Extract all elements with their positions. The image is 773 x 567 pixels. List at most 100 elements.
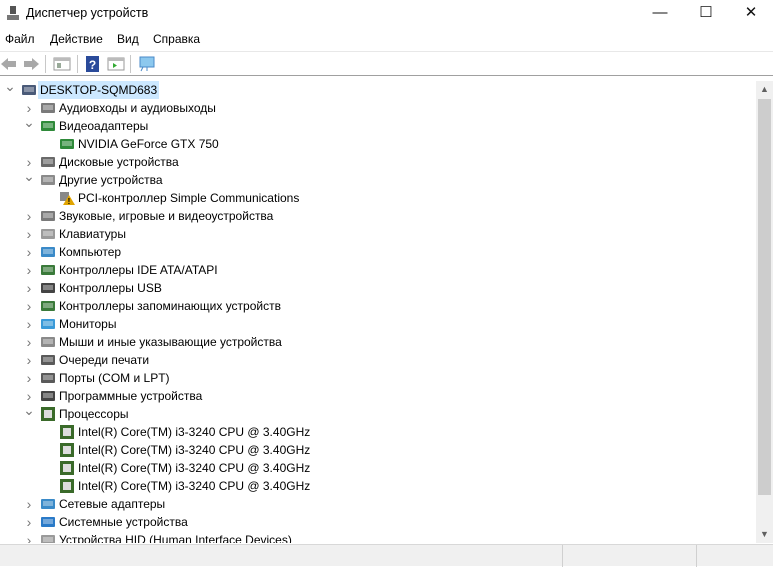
title-bar: Диспетчер устройств — ☐ ✕ [0,0,773,28]
tree-item[interactable]: ! PCI-контроллер Simple Communications [0,189,756,207]
tree-item[interactable]: Intel(R) Core(TM) i3-3240 CPU @ 3.40GHz [0,423,756,441]
tree-item[interactable]: › Мониторы [0,315,756,333]
chevron-down-icon[interactable]: ⌄ [23,113,35,131]
cpu-icon [59,461,75,475]
chevron-right-icon[interactable]: › [23,495,35,513]
tree-item-label: Другие устройства [59,173,163,187]
tree-item[interactable]: › Контроллеры IDE ATA/ATAPI [0,261,756,279]
tree-item[interactable]: › Мыши и иные указывающие устройства [0,333,756,351]
chevron-right-icon[interactable]: › [23,333,35,351]
scrollbar-thumb[interactable] [758,99,771,495]
chevron-right-icon[interactable]: › [23,207,35,225]
display-adapter-icon [40,119,56,133]
chevron-right-icon[interactable]: › [23,243,35,261]
tree-item-label: Мыши и иные указывающие устройства [59,335,282,349]
minimize-button[interactable]: — [637,0,683,26]
tree-item[interactable]: Intel(R) Core(TM) i3-3240 CPU @ 3.40GHz [0,477,756,495]
chevron-down-icon[interactable]: ⌄ [4,81,16,95]
tree-item-label: Видеоадаптеры [59,119,149,133]
network-icon [40,497,56,511]
tree-item[interactable]: ⌄ DESKTOP-SQMD683 [0,81,756,99]
status-panel [696,545,773,567]
chevron-right-icon[interactable]: › [23,261,35,279]
cpu-icon [59,443,75,457]
tree-item[interactable]: › Системные устройства [0,513,756,531]
chevron-right-icon[interactable]: › [23,351,35,369]
tree-item-label: Системные устройства [59,515,188,529]
chevron-right-icon[interactable]: › [23,531,35,543]
toolbar-separator [130,55,131,73]
tree-item-label: PCI-контроллер Simple Communications [78,191,300,205]
system-folder-icon [40,515,56,529]
menu-action[interactable]: Действие [50,32,103,46]
vertical-scrollbar[interactable]: ▲ ▼ [756,81,773,543]
tree-item[interactable]: › Звуковые, игровые и видеоустройства [0,207,756,225]
tree-item[interactable]: › Порты (COM и LPT) [0,369,756,387]
speaker-icon [40,101,56,115]
tree-item[interactable]: › Аудиовходы и аудиовыходы [0,99,756,117]
device-tree[interactable]: ⌄ DESKTOP-SQMD683 › Аудиовходы и аудиовыход… [0,81,756,543]
chevron-right-icon[interactable]: › [23,225,35,243]
cpu-icon [40,407,56,421]
tree-item[interactable]: › Программные устройства [0,387,756,405]
tree-item-label: Intel(R) Core(TM) i3-3240 CPU @ 3.40GHz [78,479,311,493]
tree-item[interactable]: Intel(R) Core(TM) i3-3240 CPU @ 3.40GHz [0,441,756,459]
help-icon[interactable]: ? [84,56,102,72]
chevron-right-icon[interactable]: › [23,297,35,315]
monitor-icon [40,317,56,331]
back-icon[interactable] [0,56,18,72]
tree-item-label: Intel(R) Core(TM) i3-3240 CPU @ 3.40GHz [78,461,311,475]
tree-item[interactable]: ⌄ Процессоры [0,402,756,423]
tree-item[interactable]: NVIDIA GeForce GTX 750 [0,135,756,153]
tree-item-label: Программные устройства [59,389,203,403]
scroll-up-icon[interactable]: ▲ [756,81,773,98]
tree-item-label: Intel(R) Core(TM) i3-3240 CPU @ 3.40GHz [78,443,311,457]
tree-item[interactable]: › Контроллеры USB [0,279,756,297]
display-adapter-icon [59,137,75,151]
maximize-button[interactable]: ☐ [683,0,729,26]
tree-item[interactable]: › Сетевые адаптеры [0,495,756,513]
tree-item-label: Порты (COM и LPT) [59,371,170,385]
tree-item[interactable]: › Компьютер [0,243,756,261]
tree-item-label: Дисковые устройства [59,155,179,169]
chevron-down-icon[interactable]: ⌄ [23,401,35,419]
tree-item[interactable]: ⌄ Видеоадаптеры [0,114,756,135]
tree-item[interactable]: › Контроллеры запоминающих устройств [0,297,756,315]
update-driver-icon[interactable] [107,56,125,72]
tree-item[interactable]: › Устройства HID (Human Interface Devices… [0,531,756,543]
close-button[interactable]: ✕ [728,0,773,26]
chevron-right-icon[interactable]: › [23,279,35,297]
tree-item[interactable]: ⌄ Другие устройства [0,168,756,189]
chevron-right-icon[interactable]: › [23,513,35,531]
tree-item-label: Сетевые адаптеры [59,497,166,511]
menu-help[interactable]: Справка [153,32,200,46]
tree-item-label: Компьютер [59,245,122,259]
chevron-right-icon[interactable]: › [23,315,35,333]
chevron-right-icon[interactable]: › [23,369,35,387]
keyboard-icon [40,227,56,241]
disk-icon [40,155,56,169]
tree-item-label: DESKTOP-SQMD683 [38,81,160,99]
tree-item[interactable]: Intel(R) Core(TM) i3-3240 CPU @ 3.40GHz [0,459,756,477]
monitor-icon [40,245,56,259]
cpu-icon [59,479,75,493]
port-icon [40,371,56,385]
tree-item[interactable]: › Клавиатуры [0,225,756,243]
menu-bar: Файл Действие Вид Справка [0,29,773,49]
scan-hardware-icon[interactable] [138,56,156,72]
tree-item[interactable]: › Дисковые устройства [0,153,756,171]
menu-view[interactable]: Вид [117,32,139,46]
scroll-down-icon[interactable]: ▼ [756,526,773,543]
printer-icon [40,353,56,367]
svg-text:!: ! [68,197,71,205]
toolbar-separator [45,55,46,73]
tree-item[interactable]: › Очереди печати [0,351,756,369]
tree-item-label: Аудиовходы и аудиовыходы [59,101,216,115]
status-bar [0,544,773,567]
menu-file[interactable]: Файл [5,32,35,46]
forward-icon[interactable] [22,56,40,72]
properties-icon[interactable] [53,56,71,72]
usb-icon [40,281,56,295]
chevron-down-icon[interactable]: ⌄ [23,167,35,185]
svg-text:?: ? [89,58,96,72]
